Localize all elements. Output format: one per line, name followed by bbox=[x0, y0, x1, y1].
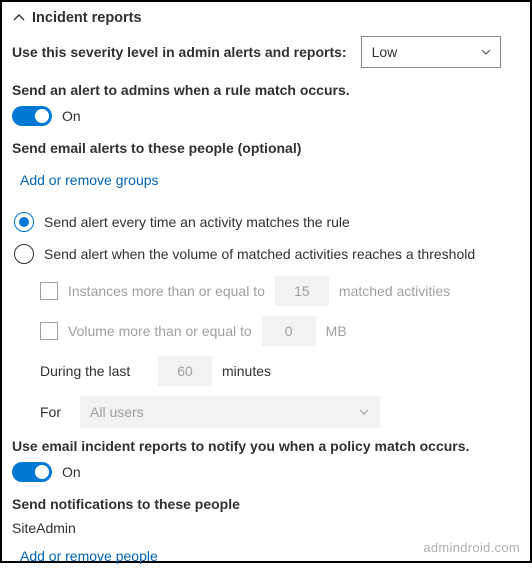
incident-email-toggle[interactable] bbox=[12, 462, 52, 482]
for-label: For bbox=[40, 404, 70, 420]
chevron-down-icon bbox=[358, 406, 370, 418]
alert-mode-every-label: Send alert every time an activity matche… bbox=[44, 214, 350, 230]
admin-alert-state: On bbox=[62, 108, 81, 124]
add-remove-people-link[interactable]: Add or remove people bbox=[20, 548, 158, 564]
during-label-a: During the last bbox=[40, 363, 148, 379]
instances-label-b: matched activities bbox=[339, 283, 450, 299]
admin-alert-toggle[interactable] bbox=[12, 106, 52, 126]
radio-threshold[interactable] bbox=[14, 244, 34, 264]
section-header[interactable]: Incident reports bbox=[12, 10, 520, 26]
email-alerts-label: Send email alerts to these people (optio… bbox=[12, 140, 520, 156]
during-input[interactable] bbox=[158, 356, 212, 386]
chevron-up-icon bbox=[12, 11, 26, 25]
for-value: All users bbox=[90, 404, 144, 420]
notify-person: SiteAdmin bbox=[12, 520, 520, 536]
severity-label: Use this severity level in admin alerts … bbox=[12, 44, 347, 60]
instances-input[interactable] bbox=[275, 276, 329, 306]
section-title: Incident reports bbox=[32, 10, 142, 26]
instances-checkbox[interactable] bbox=[40, 282, 58, 300]
severity-row: Use this severity level in admin alerts … bbox=[12, 36, 520, 68]
volume-checkbox[interactable] bbox=[40, 322, 58, 340]
alert-mode-threshold-row[interactable]: Send alert when the volume of matched ac… bbox=[14, 244, 520, 264]
volume-input[interactable] bbox=[262, 316, 316, 346]
severity-select[interactable]: Low bbox=[361, 36, 501, 68]
during-label-b: minutes bbox=[222, 363, 271, 379]
severity-value: Low bbox=[372, 44, 398, 60]
volume-label-a: Volume more than or equal to bbox=[68, 323, 252, 339]
add-remove-groups-link[interactable]: Add or remove groups bbox=[20, 172, 159, 188]
incident-email-state: On bbox=[62, 464, 81, 480]
notify-label: Send notifications to these people bbox=[12, 496, 520, 512]
admin-alert-label: Send an alert to admins when a rule matc… bbox=[12, 82, 520, 98]
watermark: admindroid.com bbox=[423, 540, 520, 555]
chevron-down-icon bbox=[480, 46, 492, 58]
for-select[interactable]: All users bbox=[80, 396, 380, 428]
volume-label-b: MB bbox=[326, 323, 347, 339]
alert-mode-threshold-label: Send alert when the volume of matched ac… bbox=[44, 246, 475, 262]
incident-email-label: Use email incident reports to notify you… bbox=[12, 438, 520, 454]
radio-every[interactable] bbox=[14, 212, 34, 232]
instances-label-a: Instances more than or equal to bbox=[68, 283, 265, 299]
alert-mode-every-row[interactable]: Send alert every time an activity matche… bbox=[14, 212, 520, 232]
threshold-sub-block: Instances more than or equal to matched … bbox=[12, 276, 520, 428]
